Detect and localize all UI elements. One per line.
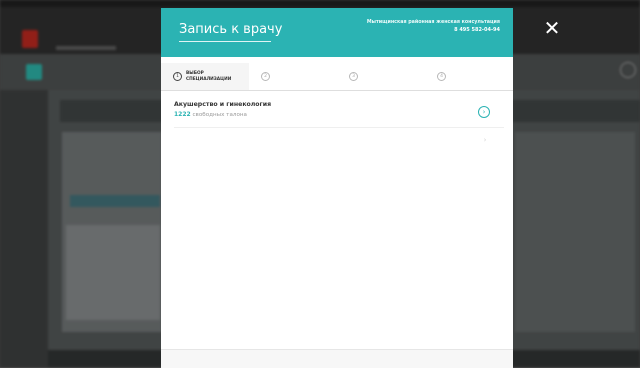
step-specialization[interactable]: 1 Выбор специализации [161, 63, 249, 90]
step-number: 4 [437, 72, 446, 81]
close-button[interactable]: ✕ [542, 18, 562, 38]
specialty-item[interactable]: › [174, 130, 504, 156]
step-number: 1 [173, 72, 182, 81]
step-label: Выбор специализации [186, 71, 232, 82]
step-4[interactable]: 4 [425, 63, 513, 90]
specialty-name: Акушерство и гинекология [174, 101, 272, 108]
specialty-availability: 1222 свободных талона [174, 111, 247, 118]
step-2[interactable]: 2 [249, 63, 337, 90]
title-underline [179, 41, 271, 42]
available-count: 1222 [174, 111, 191, 118]
clinic-info: Мытищинская районная женская консультаци… [320, 19, 500, 34]
chevron-right-icon: › [483, 136, 487, 144]
close-icon: ✕ [543, 16, 561, 40]
modal-header: Запись к врачу Мытищинская районная женс… [161, 8, 513, 57]
step-number: 2 [261, 72, 270, 81]
step-number: 3 [349, 72, 358, 81]
steps-bar: 1 Выбор специализации 2 3 4 [161, 63, 513, 91]
available-label: свободных талона [192, 112, 247, 118]
specialty-item[interactable]: Акушерство и гинекология 1222 свободных … [174, 101, 504, 128]
chevron-right-icon: › [478, 106, 490, 118]
clinic-phone: 8 495 582-04-94 [454, 27, 500, 33]
clinic-name: Мытищинская районная женская консультаци… [366, 20, 500, 25]
appointment-modal: Запись к врачу Мытищинская районная женс… [161, 8, 513, 368]
modal-title: Запись к врачу [179, 22, 283, 37]
modal-footer [161, 349, 513, 368]
step-3[interactable]: 3 [337, 63, 425, 90]
